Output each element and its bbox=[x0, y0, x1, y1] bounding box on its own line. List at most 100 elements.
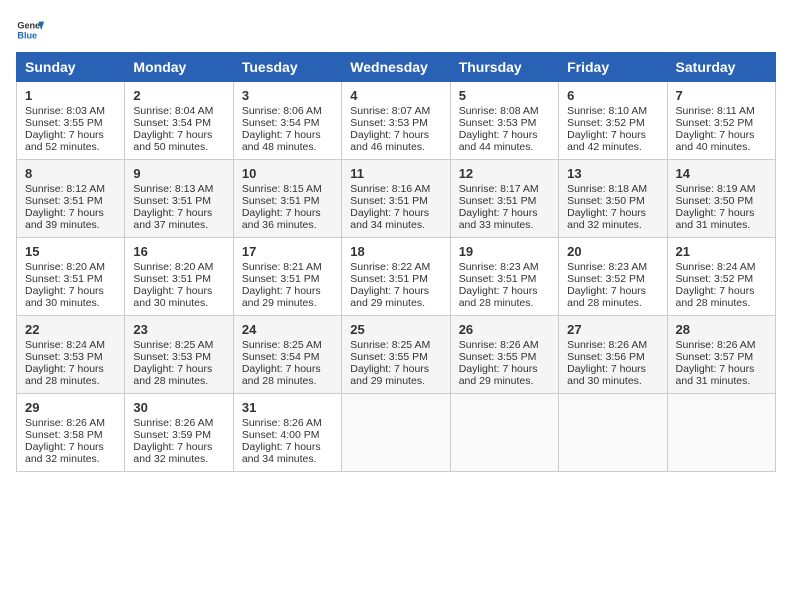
daylight-hours: Daylight: 7 hours and 40 minutes. bbox=[676, 129, 755, 153]
calendar-cell: 25Sunrise: 8:25 AMSunset: 3:55 PMDayligh… bbox=[342, 316, 450, 394]
sunrise-time: Sunrise: 8:16 AM bbox=[350, 183, 430, 195]
calendar-header-thursday: Thursday bbox=[450, 53, 558, 82]
sunrise-time: Sunrise: 8:25 AM bbox=[350, 339, 430, 351]
sunrise-time: Sunrise: 8:26 AM bbox=[133, 417, 213, 429]
sunrise-time: Sunrise: 8:26 AM bbox=[676, 339, 756, 351]
calendar-header-sunday: Sunday bbox=[17, 53, 125, 82]
calendar-cell: 14Sunrise: 8:19 AMSunset: 3:50 PMDayligh… bbox=[667, 160, 775, 238]
day-number: 14 bbox=[676, 166, 767, 181]
day-number: 28 bbox=[676, 322, 767, 337]
day-number: 23 bbox=[133, 322, 224, 337]
day-number: 31 bbox=[242, 400, 333, 415]
calendar-cell: 9Sunrise: 8:13 AMSunset: 3:51 PMDaylight… bbox=[125, 160, 233, 238]
day-number: 2 bbox=[133, 88, 224, 103]
calendar-cell: 21Sunrise: 8:24 AMSunset: 3:52 PMDayligh… bbox=[667, 238, 775, 316]
sunset-time: Sunset: 3:52 PM bbox=[567, 273, 645, 285]
sunrise-time: Sunrise: 8:17 AM bbox=[459, 183, 539, 195]
sunset-time: Sunset: 3:58 PM bbox=[25, 429, 103, 441]
calendar-header-friday: Friday bbox=[559, 53, 667, 82]
day-number: 7 bbox=[676, 88, 767, 103]
sunset-time: Sunset: 3:51 PM bbox=[133, 273, 211, 285]
sunrise-time: Sunrise: 8:12 AM bbox=[25, 183, 105, 195]
sunset-time: Sunset: 3:51 PM bbox=[242, 195, 320, 207]
calendar-cell bbox=[450, 394, 558, 472]
calendar-cell: 10Sunrise: 8:15 AMSunset: 3:51 PMDayligh… bbox=[233, 160, 341, 238]
calendar-week-row: 22Sunrise: 8:24 AMSunset: 3:53 PMDayligh… bbox=[17, 316, 776, 394]
day-number: 30 bbox=[133, 400, 224, 415]
calendar-week-row: 1Sunrise: 8:03 AMSunset: 3:55 PMDaylight… bbox=[17, 82, 776, 160]
day-number: 8 bbox=[25, 166, 116, 181]
calendar-cell bbox=[559, 394, 667, 472]
sunset-time: Sunset: 3:51 PM bbox=[25, 273, 103, 285]
sunrise-time: Sunrise: 8:26 AM bbox=[25, 417, 105, 429]
day-number: 21 bbox=[676, 244, 767, 259]
sunset-time: Sunset: 3:53 PM bbox=[133, 351, 211, 363]
day-number: 6 bbox=[567, 88, 658, 103]
sunset-time: Sunset: 3:54 PM bbox=[242, 351, 320, 363]
calendar-cell: 7Sunrise: 8:11 AMSunset: 3:52 PMDaylight… bbox=[667, 82, 775, 160]
daylight-hours: Daylight: 7 hours and 28 minutes. bbox=[459, 285, 538, 309]
sunrise-time: Sunrise: 8:13 AM bbox=[133, 183, 213, 195]
calendar-cell: 24Sunrise: 8:25 AMSunset: 3:54 PMDayligh… bbox=[233, 316, 341, 394]
sunrise-time: Sunrise: 8:24 AM bbox=[25, 339, 105, 351]
sunset-time: Sunset: 3:54 PM bbox=[242, 117, 320, 129]
sunset-time: Sunset: 3:59 PM bbox=[133, 429, 211, 441]
daylight-hours: Daylight: 7 hours and 32 minutes. bbox=[567, 207, 646, 231]
calendar-header-row: SundayMondayTuesdayWednesdayThursdayFrid… bbox=[17, 53, 776, 82]
calendar-cell: 17Sunrise: 8:21 AMSunset: 3:51 PMDayligh… bbox=[233, 238, 341, 316]
daylight-hours: Daylight: 7 hours and 28 minutes. bbox=[676, 285, 755, 309]
sunset-time: Sunset: 3:52 PM bbox=[567, 117, 645, 129]
calendar-header-wednesday: Wednesday bbox=[342, 53, 450, 82]
daylight-hours: Daylight: 7 hours and 29 minutes. bbox=[459, 363, 538, 387]
calendar-cell: 22Sunrise: 8:24 AMSunset: 3:53 PMDayligh… bbox=[17, 316, 125, 394]
sunset-time: Sunset: 3:54 PM bbox=[133, 117, 211, 129]
day-number: 9 bbox=[133, 166, 224, 181]
sunrise-time: Sunrise: 8:20 AM bbox=[25, 261, 105, 273]
sunset-time: Sunset: 3:52 PM bbox=[676, 273, 754, 285]
sunrise-time: Sunrise: 8:18 AM bbox=[567, 183, 647, 195]
day-number: 29 bbox=[25, 400, 116, 415]
calendar-cell: 23Sunrise: 8:25 AMSunset: 3:53 PMDayligh… bbox=[125, 316, 233, 394]
day-number: 20 bbox=[567, 244, 658, 259]
sunset-time: Sunset: 3:51 PM bbox=[242, 273, 320, 285]
calendar-header-monday: Monday bbox=[125, 53, 233, 82]
daylight-hours: Daylight: 7 hours and 48 minutes. bbox=[242, 129, 321, 153]
daylight-hours: Daylight: 7 hours and 34 minutes. bbox=[242, 441, 321, 465]
sunset-time: Sunset: 3:51 PM bbox=[350, 273, 428, 285]
sunset-time: Sunset: 3:52 PM bbox=[676, 117, 754, 129]
sunset-time: Sunset: 3:55 PM bbox=[350, 351, 428, 363]
calendar-table: SundayMondayTuesdayWednesdayThursdayFrid… bbox=[16, 52, 776, 472]
sunrise-time: Sunrise: 8:06 AM bbox=[242, 105, 322, 117]
daylight-hours: Daylight: 7 hours and 33 minutes. bbox=[459, 207, 538, 231]
day-number: 5 bbox=[459, 88, 550, 103]
day-number: 27 bbox=[567, 322, 658, 337]
day-number: 10 bbox=[242, 166, 333, 181]
day-number: 11 bbox=[350, 166, 441, 181]
daylight-hours: Daylight: 7 hours and 46 minutes. bbox=[350, 129, 429, 153]
calendar-cell: 31Sunrise: 8:26 AMSunset: 4:00 PMDayligh… bbox=[233, 394, 341, 472]
day-number: 18 bbox=[350, 244, 441, 259]
calendar-cell: 11Sunrise: 8:16 AMSunset: 3:51 PMDayligh… bbox=[342, 160, 450, 238]
calendar-cell: 20Sunrise: 8:23 AMSunset: 3:52 PMDayligh… bbox=[559, 238, 667, 316]
day-number: 24 bbox=[242, 322, 333, 337]
day-number: 19 bbox=[459, 244, 550, 259]
sunset-time: Sunset: 3:55 PM bbox=[459, 351, 537, 363]
calendar-cell: 6Sunrise: 8:10 AMSunset: 3:52 PMDaylight… bbox=[559, 82, 667, 160]
calendar-cell: 30Sunrise: 8:26 AMSunset: 3:59 PMDayligh… bbox=[125, 394, 233, 472]
sunset-time: Sunset: 3:51 PM bbox=[350, 195, 428, 207]
calendar-cell: 28Sunrise: 8:26 AMSunset: 3:57 PMDayligh… bbox=[667, 316, 775, 394]
sunrise-time: Sunrise: 8:22 AM bbox=[350, 261, 430, 273]
calendar-cell bbox=[342, 394, 450, 472]
calendar-cell: 19Sunrise: 8:23 AMSunset: 3:51 PMDayligh… bbox=[450, 238, 558, 316]
daylight-hours: Daylight: 7 hours and 28 minutes. bbox=[567, 285, 646, 309]
calendar-cell: 26Sunrise: 8:26 AMSunset: 3:55 PMDayligh… bbox=[450, 316, 558, 394]
svg-text:Blue: Blue bbox=[17, 30, 37, 40]
daylight-hours: Daylight: 7 hours and 29 minutes. bbox=[242, 285, 321, 309]
sunrise-time: Sunrise: 8:07 AM bbox=[350, 105, 430, 117]
calendar-cell: 18Sunrise: 8:22 AMSunset: 3:51 PMDayligh… bbox=[342, 238, 450, 316]
daylight-hours: Daylight: 7 hours and 28 minutes. bbox=[133, 363, 212, 387]
sunrise-time: Sunrise: 8:10 AM bbox=[567, 105, 647, 117]
calendar-cell: 29Sunrise: 8:26 AMSunset: 3:58 PMDayligh… bbox=[17, 394, 125, 472]
logo: General Blue bbox=[16, 16, 44, 44]
day-number: 17 bbox=[242, 244, 333, 259]
